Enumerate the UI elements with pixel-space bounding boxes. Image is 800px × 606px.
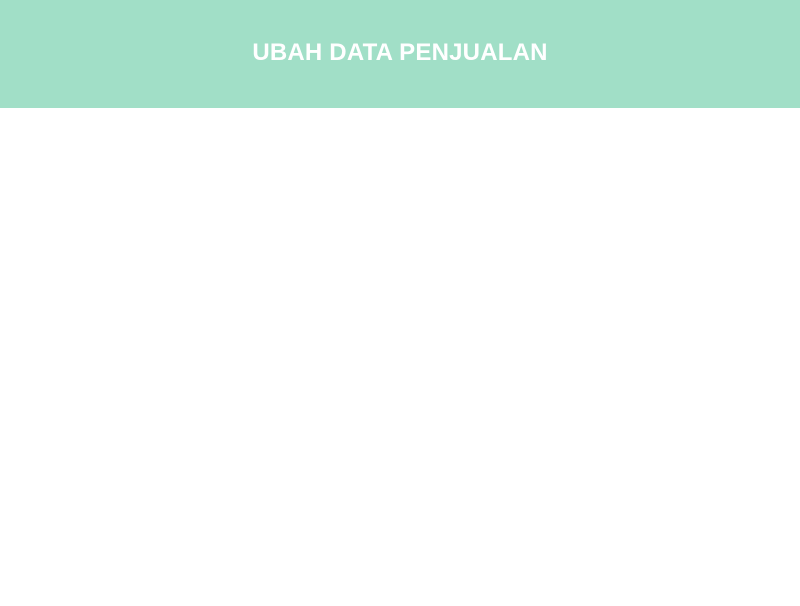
main-content — [0, 108, 800, 606]
page-header: UBAH DATA PENJUALAN — [0, 0, 800, 108]
page-title: UBAH DATA PENJUALAN — [252, 39, 548, 66]
